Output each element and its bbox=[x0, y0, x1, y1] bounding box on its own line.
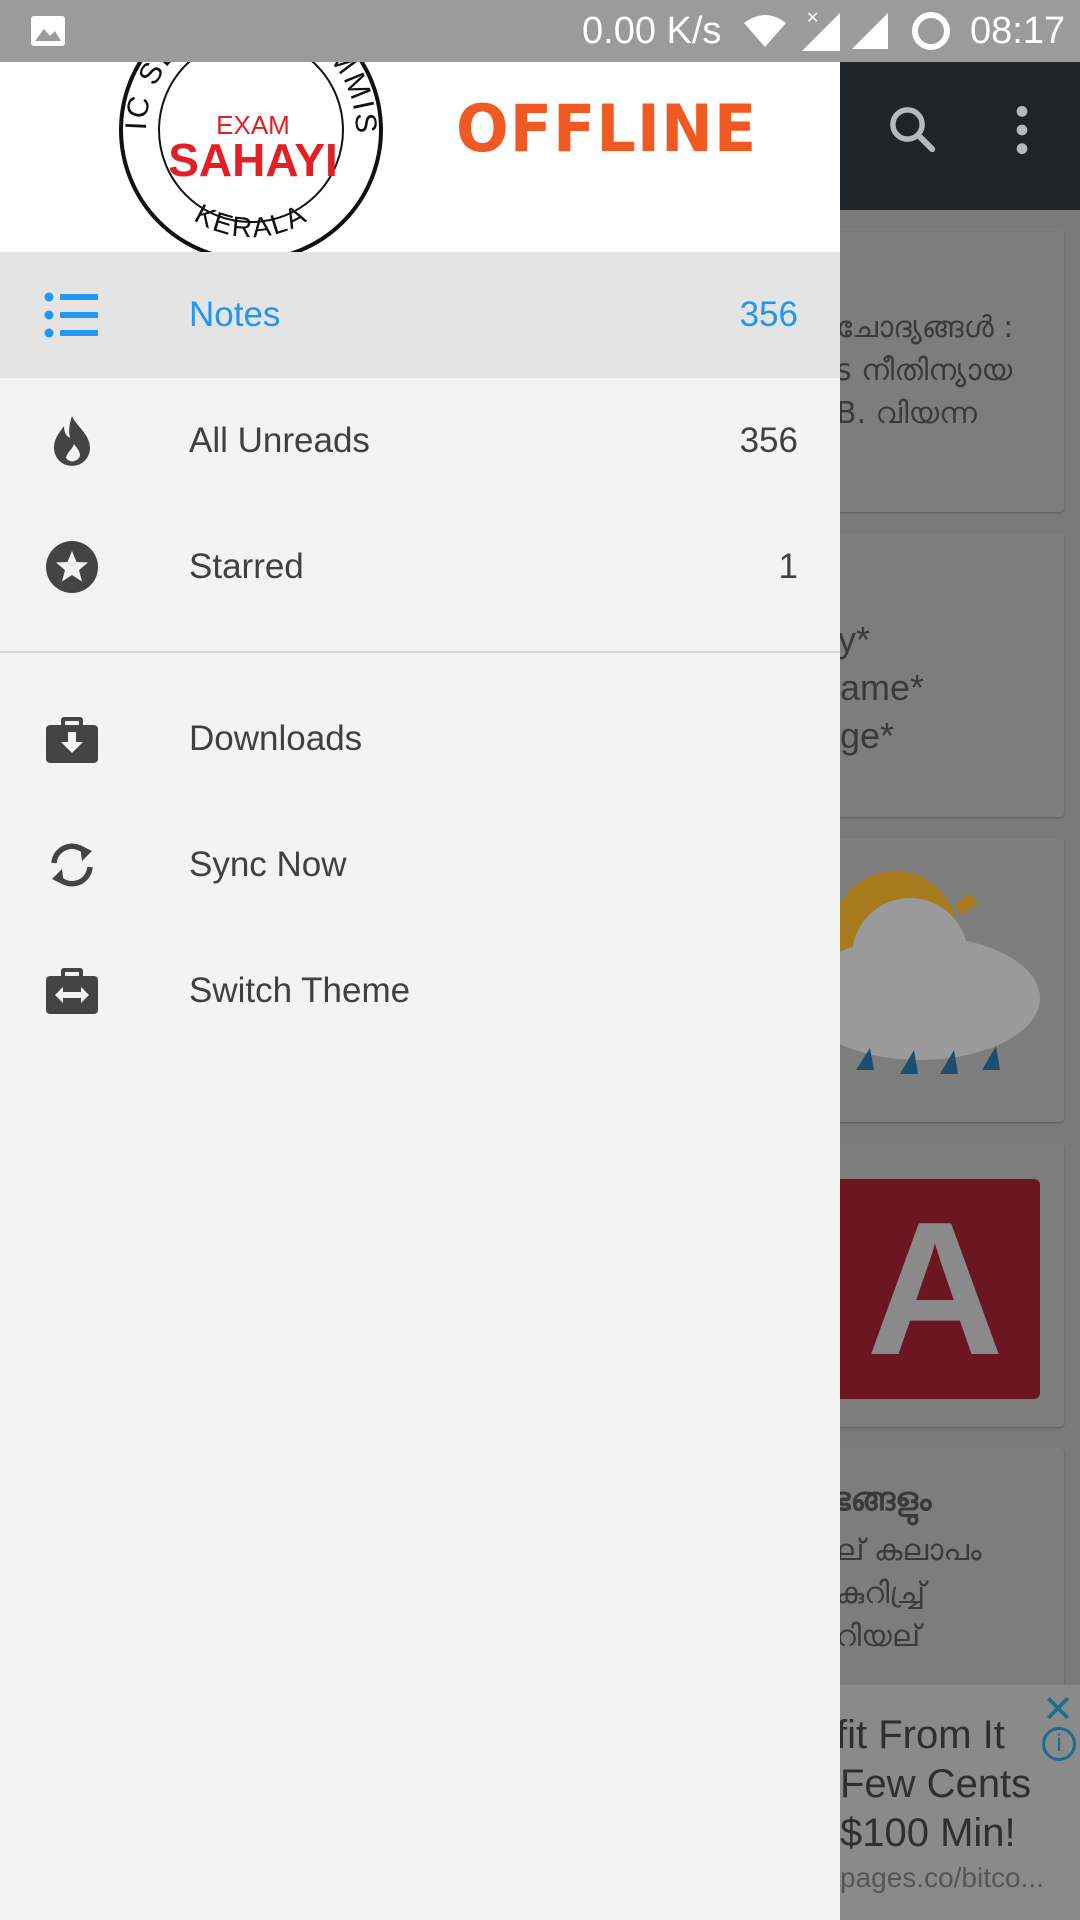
exam-sahayi-logo: PUBLIC SERVICE COMMISSION KERALA EXAM SA… bbox=[103, 62, 386, 252]
card-text: ame* bbox=[840, 667, 925, 708]
drawer-item-count: 356 bbox=[739, 421, 798, 460]
drawer-header: PUBLIC SERVICE COMMISSION KERALA EXAM SA… bbox=[0, 62, 840, 252]
network-speed: 0.00 K/s bbox=[582, 9, 722, 52]
drawer-item-count: 1 bbox=[778, 547, 798, 586]
signal-roaming-icon: ✕ bbox=[800, 0, 844, 62]
offline-badge: OFFLINE bbox=[456, 90, 758, 167]
list-icon bbox=[42, 285, 102, 345]
tile-letter: A bbox=[866, 1183, 1004, 1395]
logo-sahayi-text: SAHAYI bbox=[168, 134, 338, 186]
switch-theme-icon bbox=[42, 961, 102, 1021]
drawer-item-label: All Unreads bbox=[189, 421, 370, 460]
wifi-icon bbox=[742, 0, 788, 62]
drawer-item-label: Downloads bbox=[189, 719, 363, 758]
card-text: y* bbox=[838, 619, 871, 660]
drawer-item-label: Switch Theme bbox=[189, 971, 411, 1010]
card-text: ge* bbox=[840, 715, 895, 756]
letter-tile: A bbox=[830, 1179, 1040, 1399]
navigation-drawer: PUBLIC SERVICE COMMISSION KERALA EXAM SA… bbox=[0, 0, 840, 1920]
download-briefcase-icon bbox=[42, 709, 102, 769]
ad-close-icon[interactable]: ✕ bbox=[1042, 1687, 1074, 1732]
status-bar: 0.00 K/s ✕ 08:17 bbox=[0, 0, 1080, 62]
drawer-item-downloads[interactable]: Downloads bbox=[0, 676, 840, 802]
drawer-divider bbox=[0, 651, 840, 653]
ad-info-icon[interactable]: i bbox=[1042, 1727, 1076, 1761]
card-text: കുറിച്ച്ര് bbox=[836, 1576, 926, 1611]
card-text: ചോദ്യങ്ങൾ : bbox=[836, 310, 1014, 345]
ad-banner[interactable]: fit From It Few Cents $100 Min! pages.co… bbox=[840, 1685, 1080, 1920]
card-text: B. വിയന്ന bbox=[836, 396, 977, 431]
svg-text:✕: ✕ bbox=[806, 10, 819, 27]
drawer-item-label: Notes bbox=[189, 295, 281, 334]
drawer-item-all-unreads[interactable]: All Unreads 356 bbox=[0, 378, 840, 504]
drawer-item-notes[interactable]: Notes 356 bbox=[0, 252, 840, 378]
card-text: s നീതിന്യായ bbox=[836, 353, 1013, 388]
drawer-item-label: Sync Now bbox=[189, 845, 347, 884]
ad-text: Few Cents bbox=[840, 1762, 1032, 1806]
ad-url: pages.co/bitco... bbox=[840, 1862, 1044, 1893]
overflow-menu-icon[interactable] bbox=[1010, 102, 1034, 171]
ad-text: $100 Min! bbox=[840, 1811, 1016, 1855]
star-circle-icon bbox=[42, 537, 102, 597]
clock: 08:17 bbox=[970, 9, 1066, 52]
search-icon[interactable] bbox=[885, 102, 939, 169]
drawer-item-starred[interactable]: Starred 1 bbox=[0, 504, 840, 630]
signal-icon bbox=[850, 0, 890, 62]
gallery-notification-icon bbox=[30, 0, 66, 62]
flame-icon bbox=[42, 411, 102, 471]
card-text: റിയല് bbox=[836, 1619, 921, 1654]
drawer-item-label: Starred bbox=[189, 547, 304, 586]
drawer-item-count: 356 bbox=[739, 295, 798, 334]
ad-text: fit From It bbox=[840, 1713, 1005, 1757]
sync-icon bbox=[42, 835, 102, 895]
card-text: ല് കലാപം bbox=[836, 1533, 982, 1568]
card-title: ഭങ്ങളും bbox=[830, 1480, 932, 1518]
drawer-item-sync-now[interactable]: Sync Now bbox=[0, 802, 840, 928]
drawer-item-switch-theme[interactable]: Switch Theme bbox=[0, 928, 840, 1054]
battery-circle-icon bbox=[910, 0, 952, 62]
